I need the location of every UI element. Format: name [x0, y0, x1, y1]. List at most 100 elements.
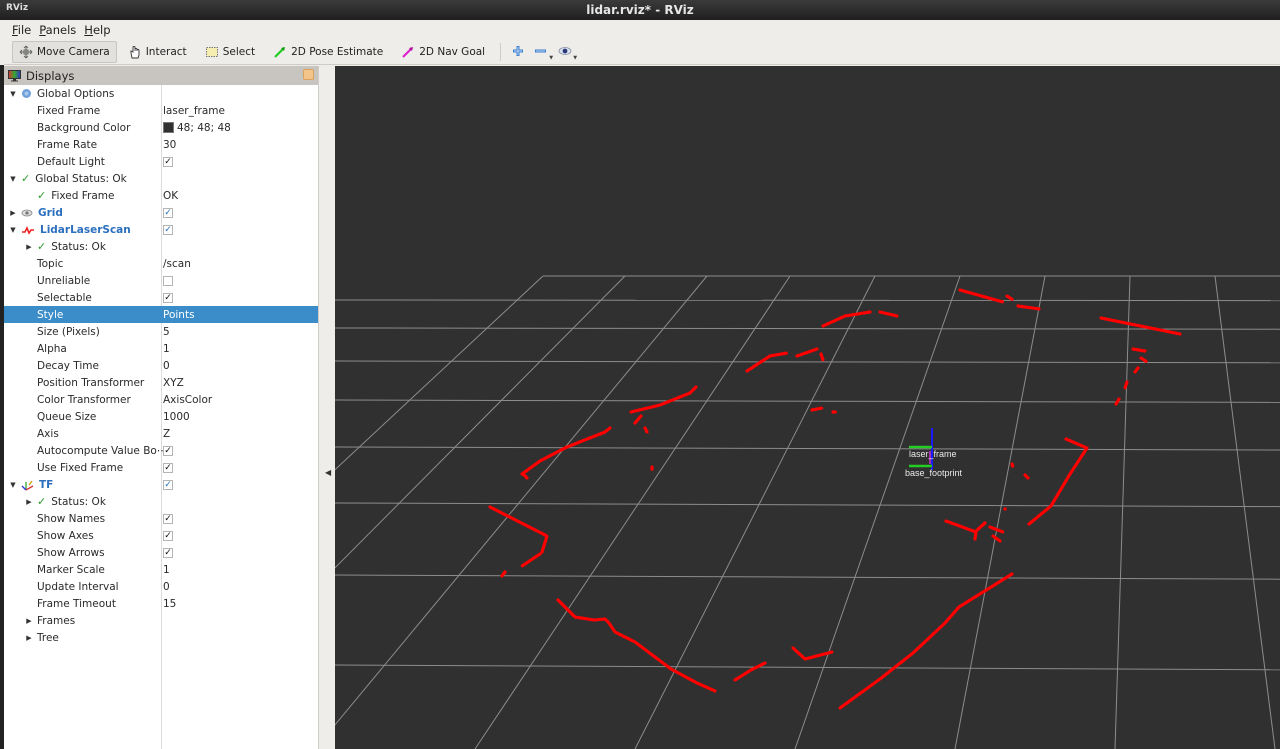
- laser-scan-points: [1023, 473, 1030, 480]
- display-row-fixed-frame[interactable]: ✓ Fixed Frame OK: [4, 187, 318, 204]
- checkbox[interactable]: ✓: [163, 479, 173, 490]
- display-row-style[interactable]: Style Points: [4, 306, 318, 323]
- display-row-value[interactable]: 1000: [163, 411, 190, 423]
- display-row-position-transformer[interactable]: Position Transformer XYZ: [4, 374, 318, 391]
- display-row-queue-size[interactable]: Queue Size 1000: [4, 408, 318, 425]
- display-row-use-fixed-frame[interactable]: Use Fixed Frame ✓: [4, 459, 318, 476]
- displays-title: Displays: [26, 68, 75, 83]
- 3d-scene[interactable]: [335, 66, 1280, 749]
- display-row-label: Selectable: [37, 291, 92, 304]
- select-tool[interactable]: Select: [198, 41, 262, 63]
- expand-down-arrow-icon[interactable]: ▼: [8, 481, 18, 489]
- display-row-show-axes[interactable]: Show Axes ✓: [4, 527, 318, 544]
- display-row-global-options[interactable]: ▼ Global Options: [4, 85, 318, 102]
- display-row-show-arrows[interactable]: Show Arrows ✓: [4, 544, 318, 561]
- checkbox[interactable]: ✓: [163, 445, 173, 456]
- panel-splitter[interactable]: ◀: [319, 66, 335, 749]
- checkbox[interactable]: [163, 275, 173, 286]
- checkbox[interactable]: ✓: [163, 292, 173, 303]
- checkbox[interactable]: ✓: [163, 547, 173, 558]
- display-row-axis[interactable]: Axis Z: [4, 425, 318, 442]
- display-row-selectable[interactable]: Selectable ✓: [4, 289, 318, 306]
- display-row-value[interactable]: 0: [163, 360, 170, 372]
- panel-close-button[interactable]: [303, 69, 314, 80]
- expand-right-arrow-icon[interactable]: ▶: [8, 209, 18, 217]
- 2d-pose-estimate-tool[interactable]: 2D Pose Estimate: [266, 41, 390, 63]
- expand-down-arrow-icon[interactable]: ▼: [8, 226, 18, 234]
- move-camera-tool[interactable]: Move Camera: [12, 41, 117, 63]
- add-tool-button[interactable]: [507, 41, 529, 63]
- expand-right-arrow-icon[interactable]: ▶: [24, 617, 34, 625]
- tools-toolbar: Move Camera Interact Select 2D Pose Esti…: [4, 40, 1280, 65]
- display-row-frames[interactable]: ▶ Frames: [4, 612, 318, 629]
- display-row-size-pixels[interactable]: Size (Pixels) 5: [4, 323, 318, 340]
- display-row-decay-time[interactable]: Decay Time 0: [4, 357, 318, 374]
- display-row-topic[interactable]: Topic/scan: [4, 255, 318, 272]
- display-row-tf[interactable]: ▼ TF ✓: [4, 476, 318, 493]
- display-row-status-ok[interactable]: ▶ ✓ Status: Ok: [4, 493, 318, 510]
- display-row-color-transformer[interactable]: Color Transformer AxisColor: [4, 391, 318, 408]
- laser-scan-points: [1016, 304, 1042, 311]
- display-row-unreliable[interactable]: Unreliable: [4, 272, 318, 289]
- display-row-alpha[interactable]: Alpha 1: [4, 340, 318, 357]
- checkbox[interactable]: ✓: [163, 513, 173, 524]
- display-row-marker-scale[interactable]: Marker Scale 1: [4, 561, 318, 578]
- interact-tool[interactable]: Interact: [121, 41, 194, 63]
- hand-pointer-icon: [128, 45, 142, 59]
- checkbox[interactable]: ✓: [163, 207, 173, 218]
- remove-tool-button[interactable]: ▼: [529, 41, 553, 63]
- display-row-show-names[interactable]: Show Names ✓: [4, 510, 318, 527]
- display-row-value[interactable]: 1: [163, 564, 170, 576]
- display-row-frame-timeout[interactable]: Frame Timeout 15: [4, 595, 318, 612]
- global-options-icon: [21, 88, 32, 99]
- display-row-global-status-ok[interactable]: ▼ ✓ Global Status: Ok: [4, 170, 318, 187]
- display-row-label: Tree: [37, 631, 59, 644]
- display-row-autocompute-value-bo[interactable]: Autocompute Value Bo⋯ ✓: [4, 442, 318, 459]
- view-button[interactable]: ▼: [553, 41, 577, 63]
- display-row-label: Global Options: [37, 87, 115, 100]
- 3d-render-view[interactable]: laser_frame base_footprint: [335, 66, 1280, 749]
- expand-down-arrow-icon[interactable]: ▼: [8, 90, 18, 98]
- display-row-value[interactable]: OK: [163, 190, 178, 202]
- display-row-value[interactable]: /scan: [163, 258, 191, 270]
- laser-scan-points: [795, 347, 819, 358]
- interact-label: Interact: [145, 46, 187, 58]
- checkbox[interactable]: ✓: [163, 156, 173, 167]
- display-row-frame-rate[interactable]: Frame Rate 30: [4, 136, 318, 153]
- laser-scan-points: [521, 472, 529, 480]
- checkbox[interactable]: ✓: [163, 462, 173, 473]
- display-row-background-color[interactable]: Background Color 48; 48; 48: [4, 119, 318, 136]
- display-row-value[interactable]: 15: [163, 598, 176, 610]
- expand-right-arrow-icon[interactable]: ▶: [24, 243, 34, 251]
- display-row-value[interactable]: 48; 48; 48: [177, 122, 231, 134]
- collapse-arrow-icon[interactable]: ◀: [325, 468, 331, 477]
- display-row-status-ok[interactable]: ▶ ✓ Status: Ok: [4, 238, 318, 255]
- display-row-value[interactable]: XYZ: [163, 377, 184, 389]
- expand-right-arrow-icon[interactable]: ▶: [24, 634, 34, 642]
- laser-scan-points: [1123, 380, 1129, 390]
- display-row-value[interactable]: 30: [163, 139, 176, 151]
- display-row-grid[interactable]: ▶ Grid ✓: [4, 204, 318, 221]
- display-row-value[interactable]: laser_frame: [163, 105, 225, 117]
- expand-right-arrow-icon[interactable]: ▶: [24, 498, 34, 506]
- color-swatch[interactable]: [163, 122, 174, 133]
- menu-panels[interactable]: Panels: [39, 23, 76, 37]
- display-row-value[interactable]: 0: [163, 581, 170, 593]
- checkbox[interactable]: ✓: [163, 530, 173, 541]
- display-row-label: Fixed Frame: [51, 189, 115, 202]
- menu-file[interactable]: File: [12, 23, 31, 37]
- display-row-value[interactable]: AxisColor: [163, 394, 212, 406]
- display-row-update-interval[interactable]: Update Interval 0: [4, 578, 318, 595]
- display-row-value[interactable]: Z: [163, 428, 170, 440]
- checkbox[interactable]: ✓: [163, 224, 173, 235]
- 2d-nav-goal-tool[interactable]: 2D Nav Goal: [394, 41, 492, 63]
- display-row-default-light[interactable]: Default Light ✓: [4, 153, 318, 170]
- display-row-tree[interactable]: ▶ Tree: [4, 629, 318, 646]
- menu-help[interactable]: Help: [84, 23, 110, 37]
- expand-down-arrow-icon[interactable]: ▼: [8, 175, 18, 183]
- display-row-fixed-frame[interactable]: Fixed Frame laser_frame: [4, 102, 318, 119]
- display-row-value[interactable]: 1: [163, 343, 170, 355]
- display-row-lidarlaserscan[interactable]: ▼ LidarLaserScan ✓: [4, 221, 318, 238]
- display-row-value[interactable]: Points: [163, 309, 195, 321]
- display-row-value[interactable]: 5: [163, 326, 170, 338]
